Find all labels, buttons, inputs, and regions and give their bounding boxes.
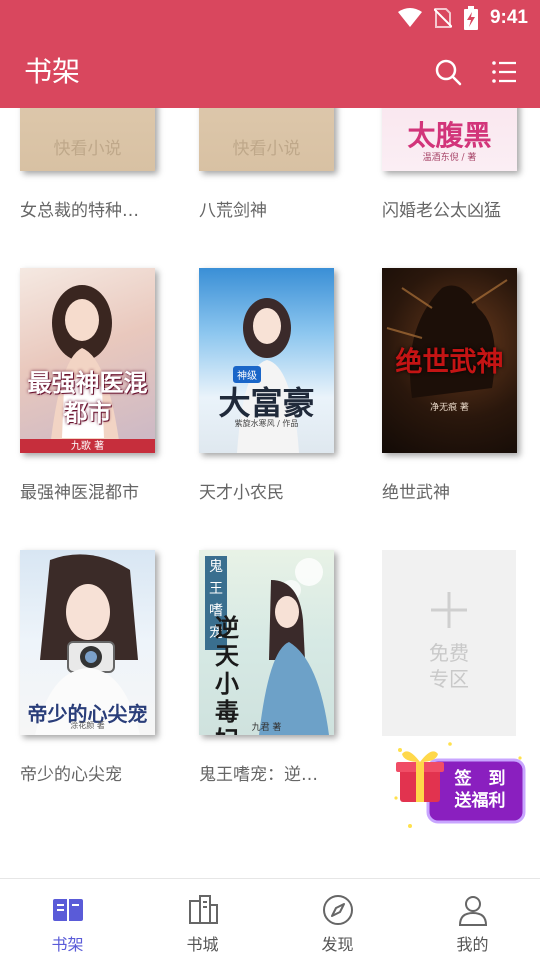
cover-author-text: 净无痕 著 (430, 403, 469, 413)
cover-author-text: 紫旋水寒风 / 作品 (234, 419, 299, 428)
book-title[interactable]: 女总裁的特种… (20, 199, 139, 223)
search-icon (435, 59, 462, 86)
book-cover[interactable]: 绝世武神 净无痕 著 (382, 268, 517, 453)
book-title[interactable]: 天才小农民 (199, 481, 284, 505)
signin-line2: 送福利 (454, 791, 506, 811)
book-cover[interactable]: 帝少的心尖宠 涂花颜 著 (20, 550, 155, 735)
nav-bookstore[interactable]: 书城 (135, 879, 270, 961)
menu-button[interactable] (486, 54, 522, 90)
cover-title-text: 最强神医混都市 (27, 368, 148, 427)
nav-label: 我的 (456, 935, 489, 954)
nav-bookshelf[interactable]: 书架 (0, 879, 135, 961)
wifi-icon (397, 8, 422, 27)
bookshelf-grid: 快看小说 女总裁的特种… 快看小说 八荒剑神 太腹黑 温酒东倪 / 著 闪婚老公… (0, 108, 540, 878)
cover-title-text: 太腹黑 (407, 119, 492, 152)
book-cover[interactable]: 太腹黑 温酒东倪 / 著 (382, 108, 517, 171)
compass-icon (322, 895, 353, 925)
cover-placeholder-text: 快看小说 (232, 139, 301, 159)
battery-charging-icon (463, 6, 478, 30)
cover-title-text: 逆天小毒妃 (215, 613, 239, 736)
book-title[interactable]: 闪婚老公太凶猛 (382, 199, 501, 223)
book-title[interactable]: 绝世武神 (382, 481, 450, 505)
nav-label: 书架 (51, 935, 84, 954)
signin-line1: 签 到 (454, 769, 506, 789)
nav-profile[interactable]: 我的 (405, 879, 540, 961)
list-menu-icon (492, 61, 516, 83)
profile-icon (458, 896, 487, 926)
status-time: 9:41 (489, 7, 528, 28)
book-title[interactable]: 帝少的心尖宠 (20, 763, 122, 787)
book-cover[interactable]: 神级 大富豪 紫旋水寒风 / 作品 (199, 268, 334, 453)
book-cover[interactable]: 最强神医混都市 九歌 著 (20, 268, 155, 453)
bookstore-icon (188, 895, 218, 924)
nav-discover[interactable]: 发现 (270, 879, 405, 961)
cover-placeholder-text: 快看小说 (53, 139, 122, 159)
nav-label: 发现 (321, 935, 354, 954)
page-title: 书架 (24, 55, 81, 88)
free-zone-line1: 免费 (429, 641, 469, 665)
cover-author-text: 温酒东倪 / 著 (422, 153, 477, 163)
book-cover[interactable]: 快看小说 (199, 108, 334, 171)
book-cover[interactable]: 快看小说 (20, 108, 155, 171)
status-bar: 9:41 (0, 0, 540, 36)
nav-label: 书城 (186, 935, 219, 954)
free-zone-line2: 专区 (429, 667, 469, 691)
book-cover[interactable]: 鬼王嗜宠 逆天小毒妃 九君 著 (199, 550, 334, 735)
free-zone-label: 免费 专区 (382, 640, 516, 692)
book-title[interactable]: 最强神医混都市 (20, 481, 139, 505)
free-zone-tile[interactable]: 免费 专区 (382, 550, 516, 736)
bottom-nav: 书架 书城 发现 我的 (0, 878, 540, 960)
app-bar: 书架 (0, 36, 540, 108)
no-sim-icon (433, 8, 452, 28)
signin-reward-button[interactable]: 签 到 送福利 (390, 738, 530, 838)
cover-author-text: 涂花颜 著 (70, 721, 105, 730)
book-title[interactable]: 八荒剑神 (199, 199, 267, 223)
cover-title-text: 绝世武神 (395, 347, 504, 378)
search-button[interactable] (430, 54, 466, 90)
book-title[interactable]: 鬼王嗜宠：逆… (199, 763, 318, 787)
bookshelf-icon (52, 899, 83, 921)
cover-author-text: 九歌 著 (70, 441, 105, 452)
cover-author-text: 九君 著 (251, 723, 282, 733)
plus-icon (431, 592, 467, 628)
